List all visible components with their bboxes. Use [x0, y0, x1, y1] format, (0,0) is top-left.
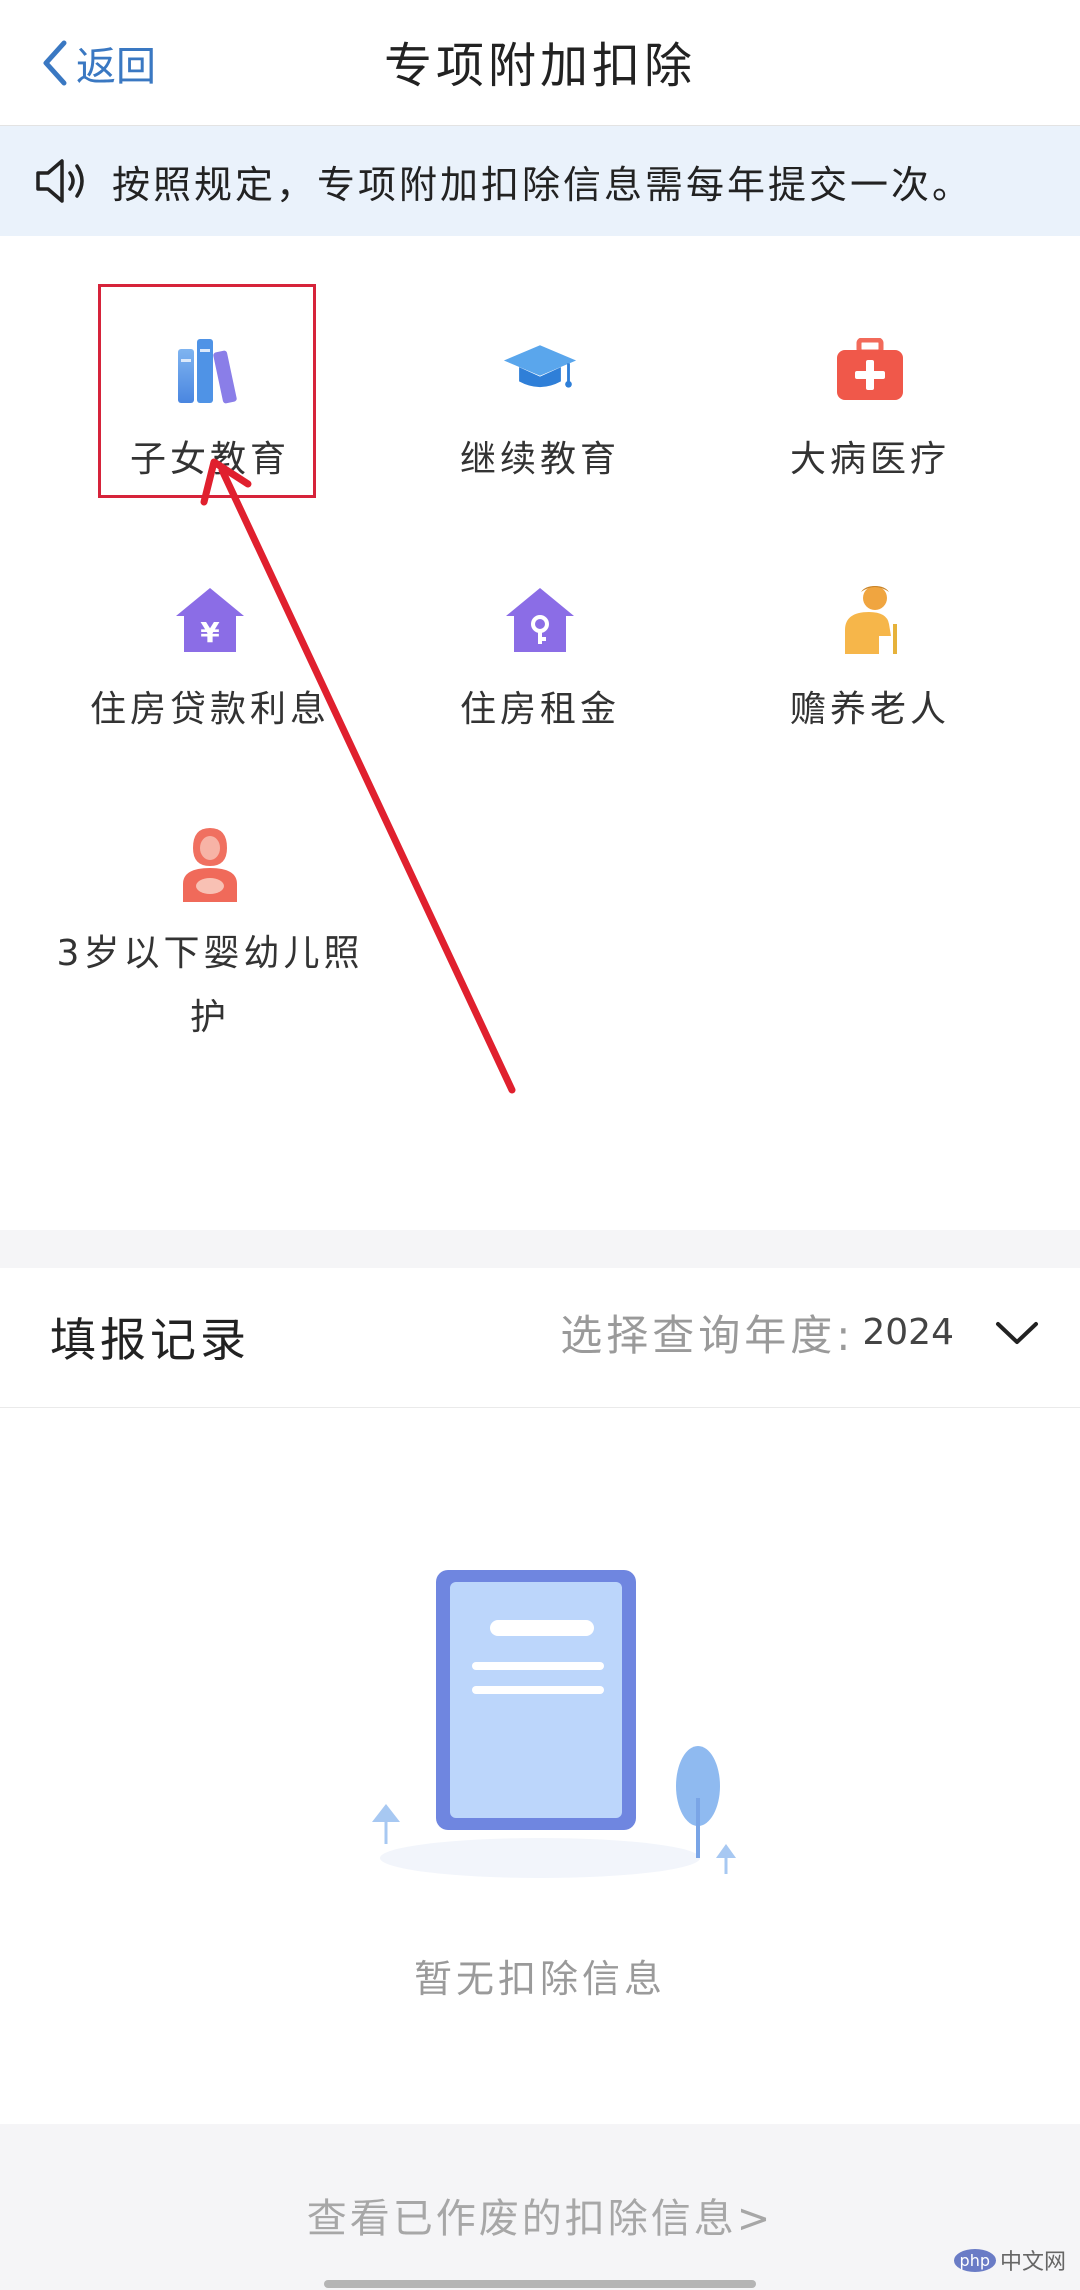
watermark-badge: php	[953, 2248, 996, 2272]
records-title: 填报记录	[50, 1313, 250, 1367]
watermark: php 中文网	[953, 2244, 1066, 2276]
empty-document-illustration	[372, 1570, 736, 1878]
records-header: 填报记录 选择查询年度: 2024	[0, 1268, 1080, 1408]
records-section: 填报记录 选择查询年度: 2024 暂无扣除信息	[0, 1268, 1080, 2124]
view-voided-deductions-link[interactable]: 查看已作废的扣除信息>	[0, 2186, 1080, 2244]
home-indicator	[324, 2280, 756, 2288]
watermark-text: 中文网	[999, 2250, 1066, 2275]
year-select[interactable]: 选择查询年度: 2024	[560, 1302, 1040, 1363]
empty-state-text: 暂无扣除信息	[413, 1957, 666, 2001]
year-value: 2024	[862, 1312, 954, 1353]
year-label: 选择查询年度:	[560, 1311, 855, 1360]
chevron-down-icon	[996, 1321, 1038, 1344]
annotation-arrow	[200, 458, 516, 1094]
